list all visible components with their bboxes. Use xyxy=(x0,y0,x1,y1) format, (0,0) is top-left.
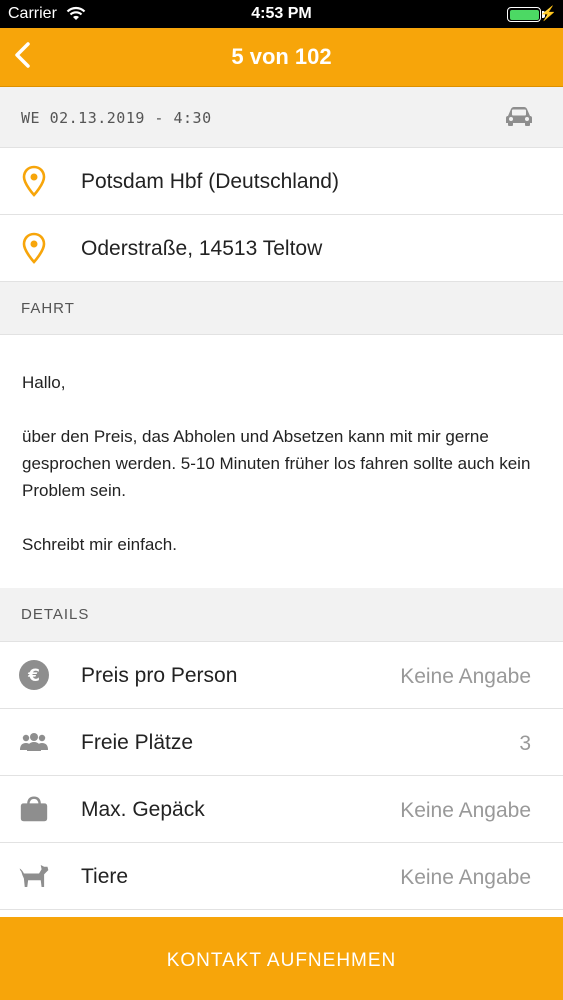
detail-label-seats: Freie Plätze xyxy=(81,731,194,754)
detail-label-price: Preis pro Person xyxy=(81,664,238,687)
detail-row-price: € Preis pro Person Keine Angabe xyxy=(0,642,563,709)
message-closing: Schreibt mir einfach. xyxy=(22,535,177,554)
detail-value-seats: 3 xyxy=(519,732,531,755)
battery-icon xyxy=(507,7,541,22)
contact-button[interactable]: KONTAKT AUFNEHMEN xyxy=(0,917,563,1000)
detail-row-pets: Tiere Keine Angabe xyxy=(0,843,563,910)
detail-label-luggage: Max. Gepäck xyxy=(81,798,205,821)
detail-row-luggage: Max. Gepäck Keine Angabe xyxy=(0,776,563,843)
detail-value-luggage: Keine Angabe xyxy=(400,799,531,822)
page-title: 5 von 102 xyxy=(231,44,332,69)
navigation-bar: 5 von 102 xyxy=(0,28,563,87)
car-icon xyxy=(505,106,533,131)
ride-section-header: FAHRT xyxy=(0,282,563,335)
people-icon xyxy=(18,726,50,758)
ride-message: Hallo, über den Preis, das Abholen und A… xyxy=(0,335,563,588)
detail-value-pets: Keine Angabe xyxy=(400,866,531,889)
ride-datetime-header: WE 02.13.2019 - 4:30 xyxy=(0,87,563,148)
svg-text:€: € xyxy=(27,666,40,686)
details-section-header: DETAILS xyxy=(0,588,563,642)
charging-icon: ⚡ xyxy=(539,5,557,21)
details-section-title: DETAILS xyxy=(21,606,90,623)
bag-icon xyxy=(18,793,50,825)
ride-datetime: WE 02.13.2019 - 4:30 xyxy=(21,109,212,127)
detail-label-pets: Tiere xyxy=(81,865,129,888)
message-greeting: Hallo, xyxy=(22,373,66,392)
detail-value-price: Keine Angabe xyxy=(400,665,531,688)
clock: 4:53 PM xyxy=(251,5,312,22)
status-bar: Carrier 4:53 PM ⚡ xyxy=(0,0,563,28)
start-location: Potsdam Hbf (Deutschland) xyxy=(81,170,339,193)
battery-level xyxy=(509,9,539,20)
ride-section-title: FAHRT xyxy=(21,300,75,317)
destination-row[interactable]: Oderstraße, 14513 Teltow xyxy=(0,215,563,282)
dog-icon xyxy=(18,860,50,892)
location-pin-icon xyxy=(18,165,50,197)
destination-location: Oderstraße, 14513 Teltow xyxy=(81,237,323,260)
euro-icon: € xyxy=(18,659,50,691)
location-pin-icon xyxy=(18,232,50,264)
start-location-row[interactable]: Potsdam Hbf (Deutschland) xyxy=(0,148,563,215)
detail-row-seats: Freie Plätze 3 xyxy=(0,709,563,776)
message-body: über den Preis, das Abholen und Absetzen… xyxy=(22,427,531,500)
